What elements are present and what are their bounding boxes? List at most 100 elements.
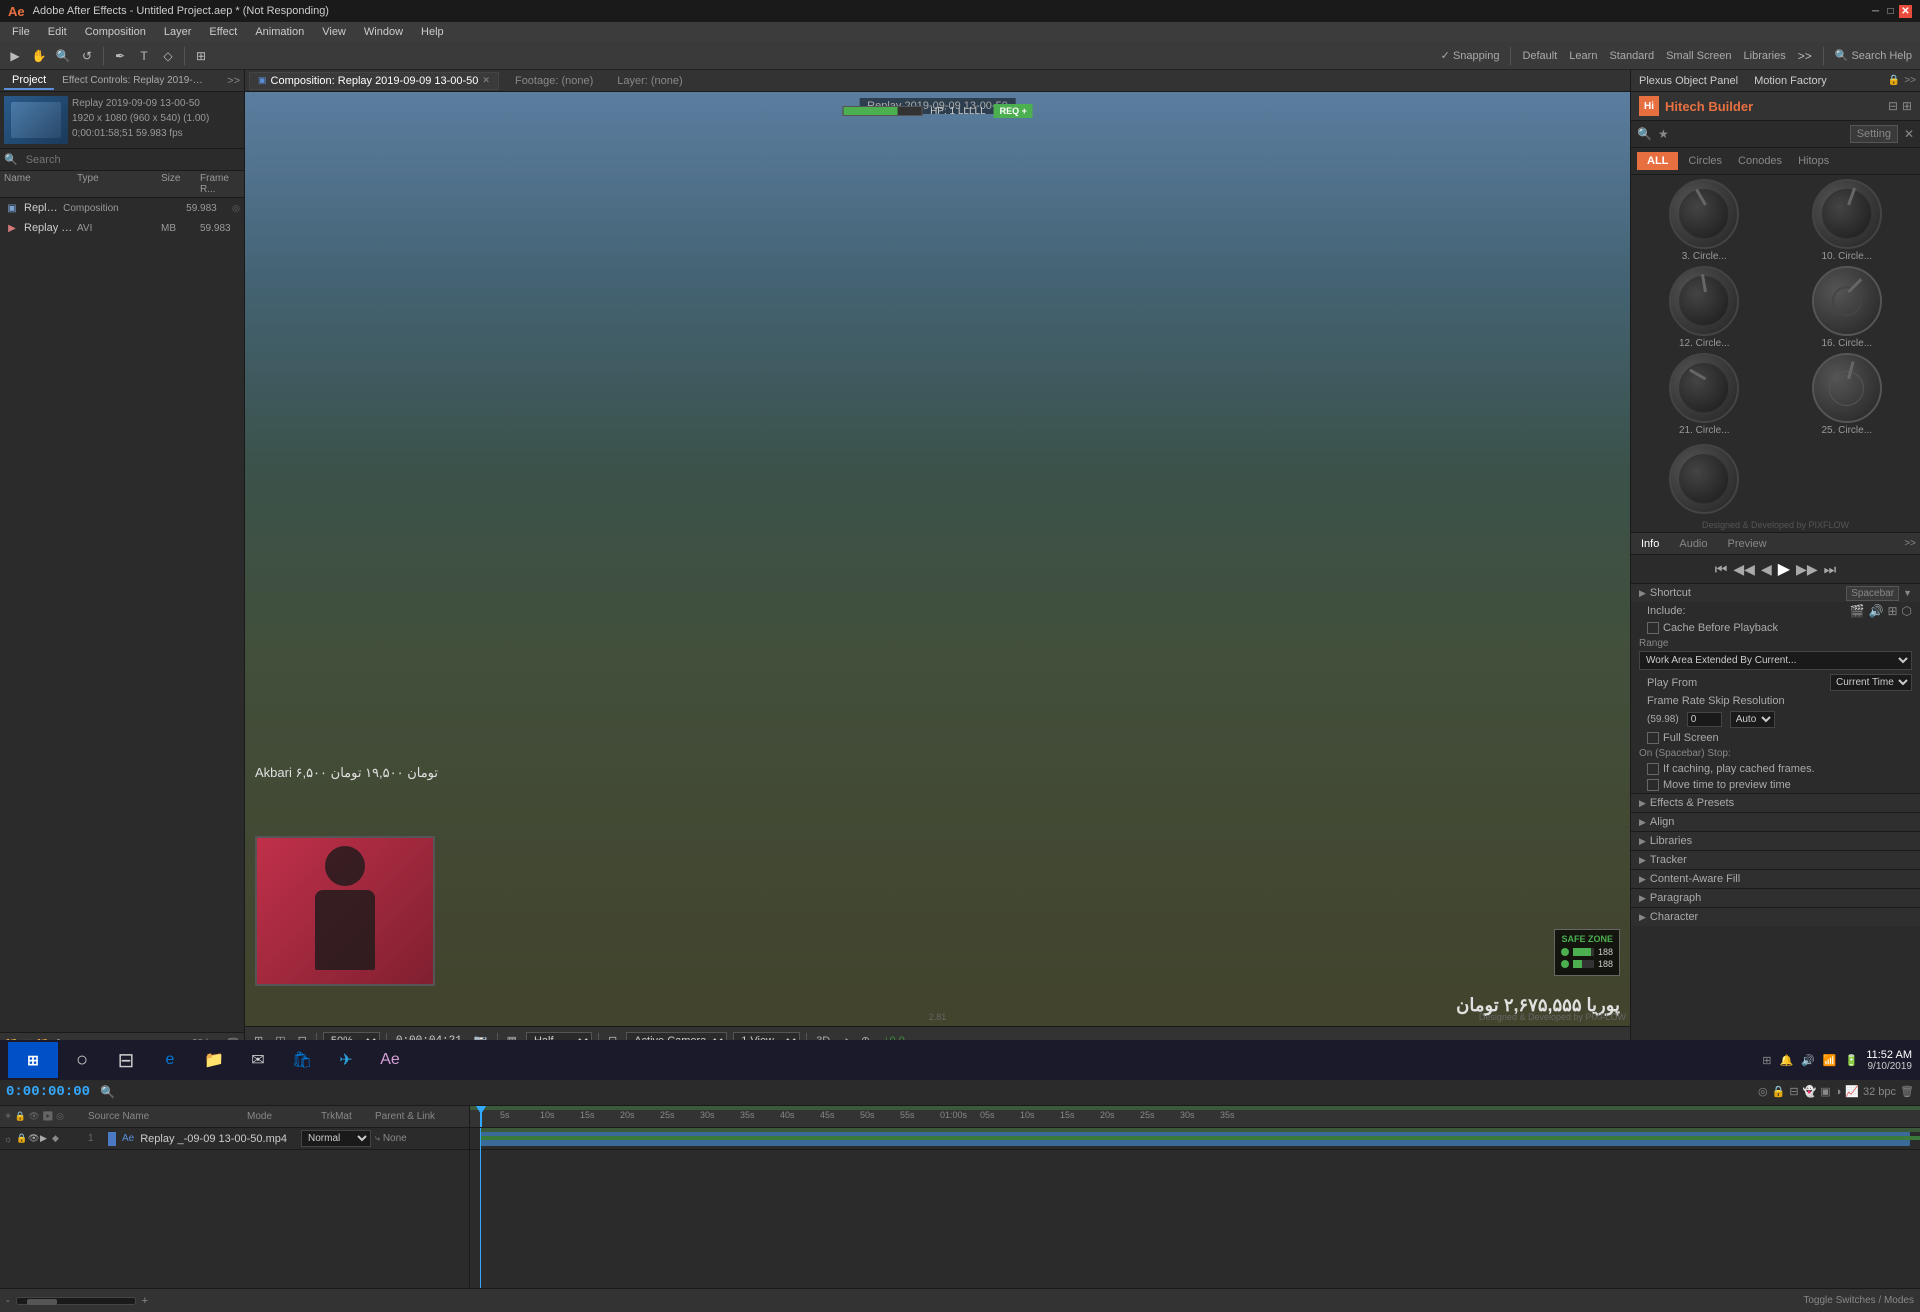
tab-layer[interactable]: Layer: (none) [609, 73, 690, 89]
libraries-header[interactable]: ▶ Libraries [1631, 831, 1920, 850]
tool-zoom[interactable]: 🔍 [52, 45, 74, 67]
range-select[interactable]: Work Area Extended By Current... [1639, 651, 1912, 670]
panel-expand-icon[interactable]: >> [227, 75, 240, 87]
info-panel-expand[interactable]: >> [1904, 538, 1916, 549]
workspace-libraries[interactable]: Libraries [1740, 50, 1790, 62]
filter-conodes[interactable]: Conodes [1732, 153, 1788, 169]
shortcut-dropdown-icon[interactable]: ▼ [1903, 588, 1912, 598]
tab-project[interactable]: Project [4, 72, 54, 90]
tl-shy-icon[interactable]: 👻 [1803, 1085, 1817, 1098]
comp-tab-close[interactable]: ✕ [482, 75, 490, 86]
tab-effect-controls[interactable]: Effect Controls: Replay 2019-09-09... [54, 73, 214, 88]
tab-audio[interactable]: Audio [1673, 536, 1713, 552]
tl-lock-btn[interactable]: 🔒 [16, 1133, 26, 1144]
mf-settings-button[interactable]: Setting [1850, 125, 1898, 143]
tab-composition[interactable]: ▣ Composition: Replay 2019-09-09 13-00-5… [249, 72, 499, 90]
mf-item-7[interactable] [1635, 444, 1774, 514]
tab-footage[interactable]: Footage: (none) [507, 73, 601, 89]
mf-knob-2[interactable] [1812, 179, 1882, 249]
taskbar-explorer[interactable]: 📁 [194, 1042, 234, 1078]
mf-knob-6[interactable] [1812, 353, 1882, 423]
tl-bottom-zoom-in[interactable]: + [142, 1295, 148, 1307]
if-caching-checkbox[interactable] [1647, 763, 1659, 775]
tl-shy-btn[interactable]: ☼ [4, 1134, 14, 1144]
mf-favorites-icon[interactable]: ★ [1658, 127, 1669, 141]
menu-effect[interactable]: Effect [201, 24, 245, 40]
tl-layer-row-1[interactable]: ☼ 🔒 👁 ▶ ◆ 1 Ae Replay _-09-09 13-00-50.m… [0, 1128, 469, 1150]
tl-bottom-zoom-out[interactable]: - [6, 1295, 10, 1307]
menu-composition[interactable]: Composition [77, 24, 154, 40]
menu-file[interactable]: File [4, 24, 38, 40]
mf-item-1[interactable]: 3. Circle... [1635, 179, 1774, 262]
tl-zoom-handle[interactable] [27, 1299, 57, 1305]
transport-next-frame[interactable]: ▶▶ [1796, 561, 1818, 578]
character-header[interactable]: ▶ Character [1631, 907, 1920, 926]
tl-solo-icon[interactable]: ◎ [1758, 1085, 1768, 1098]
tl-toggle-switches-modes[interactable]: Toggle Switches / Modes [1803, 1295, 1914, 1306]
tool-select[interactable]: ▶ [4, 45, 26, 67]
mf-close-icon[interactable]: ✕ [1904, 127, 1914, 141]
taskbar-show-desktop[interactable]: ⊞ [1762, 1054, 1771, 1067]
filter-hitops[interactable]: Hitops [1792, 153, 1835, 169]
transport-play[interactable]: ▶ [1778, 559, 1790, 579]
search-input[interactable] [22, 152, 240, 168]
taskbar-telegram[interactable]: ✈ [326, 1042, 366, 1078]
restore-button[interactable]: □ [1884, 5, 1897, 18]
filter-circles[interactable]: Circles [1682, 153, 1728, 169]
tool-align[interactable]: ⊞ [190, 45, 212, 67]
tl-tracks-area[interactable]: 5s 10s 15s 20s 25s 30s 35s 40s 45s 50s 5… [470, 1106, 1920, 1288]
start-button[interactable]: ⊞ [8, 1042, 58, 1078]
tab-info[interactable]: Info [1635, 536, 1665, 552]
menu-help[interactable]: Help [413, 24, 452, 40]
menu-animation[interactable]: Animation [247, 24, 312, 40]
transport-prev-frame-fast[interactable]: ◀◀ [1733, 561, 1755, 578]
timeline-timecode[interactable]: 0:00:00:00 [6, 1084, 90, 1100]
tl-motion-blur-icon[interactable]: ◑ [1835, 1086, 1842, 1098]
plexus-panel-label[interactable]: Plexus Object Panel [1635, 73, 1742, 89]
panel-expand-icon[interactable]: >> [1904, 75, 1916, 86]
mf-knob-1[interactable] [1669, 179, 1739, 249]
tool-hand[interactable]: ✋ [28, 45, 50, 67]
mf-knob-5[interactable] [1669, 353, 1739, 423]
timeline-playhead[interactable] [480, 1106, 482, 1127]
tl-search-btn[interactable]: 🔍 [100, 1085, 115, 1099]
tl-zoom-slider[interactable] [16, 1297, 136, 1305]
close-button[interactable]: ✕ [1899, 5, 1912, 18]
full-screen-checkbox[interactable] [1647, 732, 1659, 744]
mf-item-6[interactable]: 25. Circle... [1778, 353, 1917, 436]
tl-lock-icon[interactable]: 🔒 [1772, 1085, 1786, 1098]
tl-delete-btn[interactable]: 🗑 [1900, 1085, 1914, 1098]
tl-cache-icon[interactable]: ▣ [1820, 1085, 1830, 1098]
taskbar-volume-icon[interactable]: 🔊 [1801, 1054, 1815, 1067]
shortcut-section-header[interactable]: ▶ Shortcut Spacebar ▼ [1631, 583, 1920, 602]
align-header[interactable]: ▶ Align [1631, 812, 1920, 831]
mf-fullscreen-btn[interactable]: ⊞ [1902, 99, 1912, 113]
taskbar-task-view[interactable]: ⊟ [106, 1042, 146, 1078]
tl-vis-btn[interactable]: 👁 [28, 1133, 38, 1144]
mf-item-5[interactable]: 21. Circle... [1635, 353, 1774, 436]
tl-solo-mode-icon[interactable]: ⊟ [1789, 1085, 1798, 1098]
workspace-learn[interactable]: Learn [1565, 50, 1601, 62]
tool-pen[interactable]: ✒ [109, 45, 131, 67]
taskbar-network-icon[interactable]: 📶 [1823, 1054, 1837, 1067]
taskbar-mail[interactable]: ✉ [238, 1042, 278, 1078]
project-search-bar[interactable]: 🔍 [0, 149, 244, 171]
panel-lock-icon[interactable]: 🔒 [1888, 75, 1900, 86]
workspace-standard[interactable]: Standard [1605, 50, 1658, 62]
workspace-more[interactable]: >> [1794, 45, 1816, 67]
workspace-small-screen[interactable]: Small Screen [1662, 50, 1735, 62]
skip-frames-input[interactable] [1687, 712, 1722, 727]
mf-all-button[interactable]: ALL [1637, 152, 1678, 170]
mf-knob-4[interactable] [1812, 266, 1882, 336]
mf-item-4[interactable]: 16. Circle... [1778, 266, 1917, 349]
menu-window[interactable]: Window [356, 24, 411, 40]
tool-camera-rotation[interactable]: ↺ [76, 45, 98, 67]
cache-checkbox[interactable] [1647, 622, 1659, 634]
tl-label-color[interactable]: ◆ [52, 1133, 62, 1144]
menu-view[interactable]: View [314, 24, 354, 40]
viewer-area[interactable]: Replay 2019-09-09 13-00-50 HP: 1 LLLLL R… [245, 92, 1630, 1026]
mf-search-icon[interactable]: 🔍 [1637, 127, 1652, 141]
transport-prev-frame[interactable]: ◀ [1761, 561, 1772, 578]
tl-layer-mode-select[interactable]: Normal Add Multiply [301, 1130, 371, 1147]
include-video-icon[interactable]: 🎬 [1850, 604, 1865, 618]
